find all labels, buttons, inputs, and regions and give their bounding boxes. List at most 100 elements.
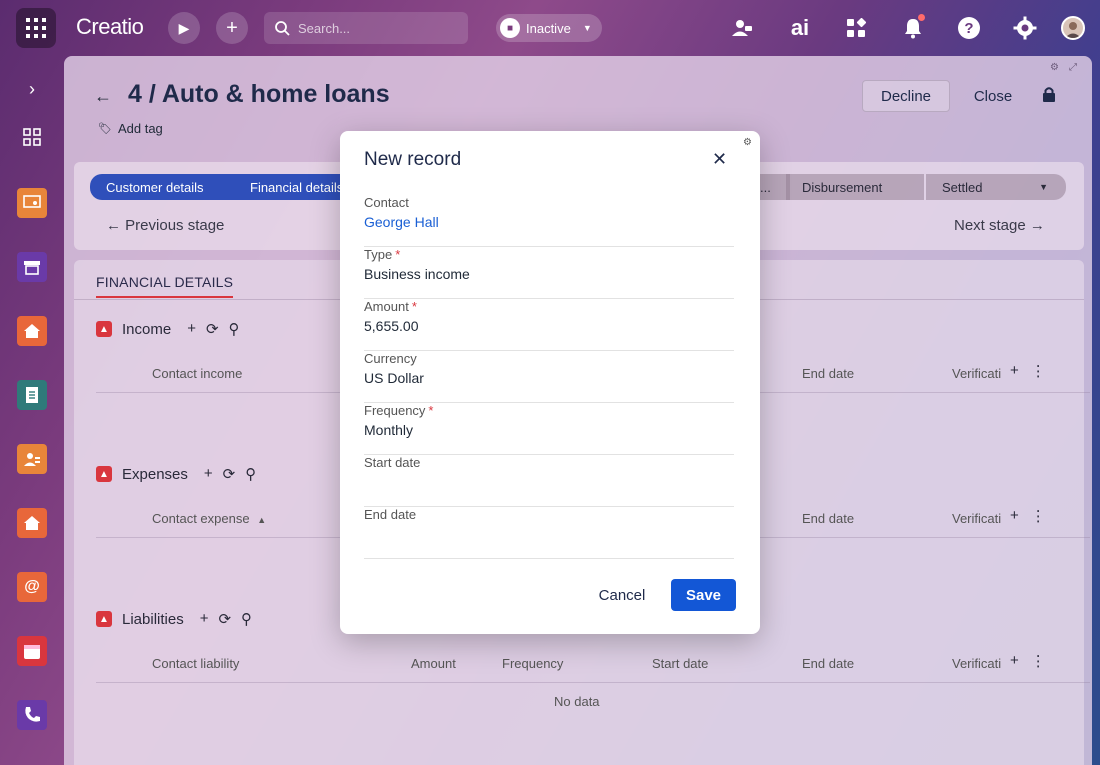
nav-item-7[interactable]: @ [17,572,47,602]
end-date-field[interactable]: End date [364,507,734,559]
notification-dot [918,14,925,21]
expenses-column-tools: + ⋮ [1010,507,1046,525]
amount-field[interactable]: Amount * 5,655.00 [364,299,734,351]
frequency-field[interactable]: Frequency * Monthly [364,403,734,455]
column-header[interactable]: Start date [652,656,708,671]
column-header[interactable]: Contact income [152,366,242,381]
nav-item-2[interactable] [17,252,47,282]
collapse-expenses-button[interactable]: ▲ [96,466,112,482]
column-header[interactable]: Contact liability [152,656,239,671]
column-header[interactable]: End date [802,511,854,526]
more-vertical-icon[interactable]: ⋮ [1031,507,1046,525]
stage-settled[interactable]: Settled ▼ [926,174,1066,200]
cancel-button[interactable]: Cancel [590,579,654,611]
plus-icon[interactable]: + [1010,362,1019,380]
next-stage-button[interactable]: Next stage → [954,217,1045,234]
help-button[interactable]: ? [955,14,983,42]
column-header[interactable]: Amount [411,656,456,671]
apps-hub-button[interactable] [842,14,870,42]
play-icon: ▶ [178,19,190,36]
decline-button[interactable]: Decline [862,80,950,112]
field-label: Type * [364,247,400,262]
add-tag-button[interactable]: 🏷 Add tag [98,121,163,136]
column-header[interactable]: Contact expense ▲ [152,511,266,526]
nav-workplaces[interactable] [17,122,47,152]
search-icon[interactable]: ⚲ [229,320,240,338]
plus-icon[interactable]: + [1010,507,1019,525]
nav-item-9[interactable] [17,700,47,730]
more-vertical-icon[interactable]: ⋮ [1031,652,1046,670]
create-button[interactable]: + [216,12,248,44]
nav-item-8[interactable] [17,636,47,666]
nav-item-3[interactable] [17,316,47,346]
column-header[interactable]: Verificati [952,656,1001,671]
collapse-liabilities-button[interactable]: ▲ [96,611,112,627]
contact-link[interactable]: George Hall [364,214,439,230]
notifications-button[interactable] [899,14,927,42]
field-label: Currency [364,351,417,366]
close-button[interactable]: Close [960,80,1026,112]
user-avatar[interactable] [1061,16,1085,40]
plus-icon[interactable]: + [1010,652,1019,670]
required-marker: * [428,403,434,418]
save-button[interactable]: Save [671,579,736,611]
refresh-icon[interactable]: ⟳ [218,610,231,628]
expand-icon[interactable]: ⤢ [1069,62,1077,73]
chevron-down-icon[interactable]: ▼ [1039,182,1048,192]
currency-field[interactable]: Currency US Dollar [364,351,734,403]
nav-item-1[interactable] [17,188,47,218]
previous-stage-button[interactable]: ← Previous stage [106,217,224,234]
type-field[interactable]: Type * Business income [364,247,734,299]
column-header[interactable]: End date [802,366,854,381]
ai-assistant-button[interactable]: ai [786,14,814,42]
gear-icon[interactable]: ⚙ [743,137,752,148]
back-button[interactable]: ← [94,86,112,107]
settings-button[interactable] [1011,14,1039,42]
nav-item-4[interactable] [17,380,47,410]
stage-label: Disbursement [802,179,883,195]
gear-icon[interactable]: ⚙ [1050,62,1059,73]
top-bar: Creatio ▶ + ■ Inactive ▼ ai ? [0,0,1100,56]
refresh-icon[interactable]: ⟳ [206,320,219,338]
stage-customer-details[interactable]: Customer details [90,174,236,200]
column-header[interactable]: End date [802,656,854,671]
column-header[interactable]: Verificati [952,366,1001,381]
stage-financial-details[interactable]: Financial details [234,174,346,200]
app-launcher-button[interactable] [16,8,56,48]
contact-field[interactable]: Contact George Hall [364,195,734,247]
refresh-icon[interactable]: ⟳ [223,465,236,483]
amount-value[interactable]: 5,655.00 [364,318,419,334]
frequency-value[interactable]: Monthly [364,422,413,438]
tab-financial-details[interactable]: FINANCIAL DETAILS [96,274,234,298]
nav-item-5[interactable] [17,444,47,474]
plus-icon[interactable]: + [200,610,209,628]
collapse-income-button[interactable]: ▲ [96,321,112,337]
search-input[interactable] [298,20,448,36]
column-header[interactable]: Verificati [952,511,1001,526]
column-header[interactable]: Frequency [502,656,563,671]
field-label-text: Amount [364,299,409,314]
more-vertical-icon[interactable]: ⋮ [1031,362,1046,380]
plus-icon: + [226,16,238,39]
nav-item-6[interactable] [17,508,47,538]
close-dialog-button[interactable]: ✕ [712,149,727,170]
communication-panel-button[interactable] [728,14,756,42]
run-process-button[interactable]: ▶ [168,12,200,44]
new-record-dialog: ⚙ New record ✕ Contact George Hall Type *… [340,131,760,634]
global-search[interactable] [264,12,468,44]
phone-icon [25,707,40,722]
liabilities-header-divider [96,682,1090,683]
stage-disbursement[interactable]: Disbursement [786,174,924,200]
expand-nav-button[interactable]: › [17,74,47,104]
plus-icon[interactable]: + [187,320,196,338]
search-icon[interactable]: ⚲ [245,465,256,483]
type-value[interactable]: Business income [364,266,470,282]
status-dropdown[interactable]: ■ Inactive ▼ [496,14,602,42]
start-date-field[interactable]: Start date [364,455,734,507]
currency-value[interactable]: US Dollar [364,370,424,386]
help-icon: ? [958,17,980,39]
arrow-left-icon: ← [106,217,121,234]
lock-button[interactable] [1042,86,1056,107]
plus-icon[interactable]: + [204,465,213,483]
search-icon[interactable]: ⚲ [241,610,252,628]
